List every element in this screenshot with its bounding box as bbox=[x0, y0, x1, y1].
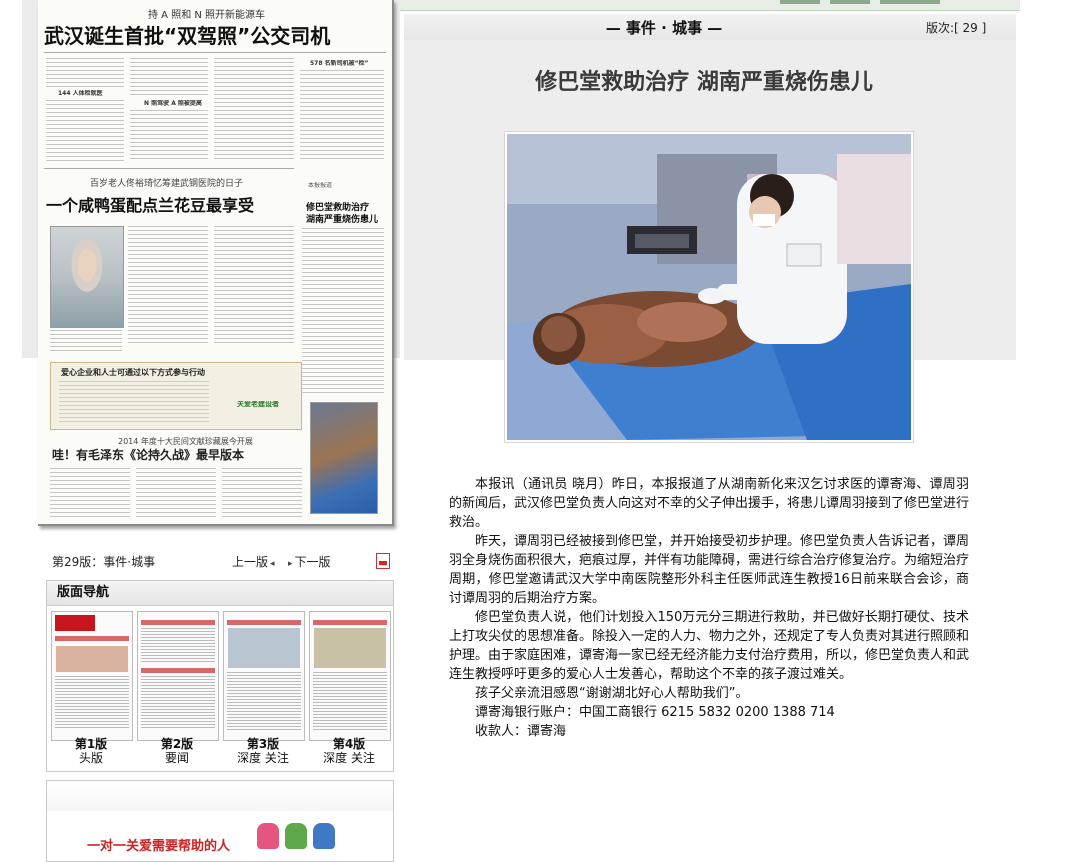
scan-kicker-1: 持 A 照和 N 照开新能源车 bbox=[148, 10, 266, 21]
scan-side-headline-2: 湖南严重烧伤患儿 bbox=[306, 215, 379, 225]
nav-page-name[interactable]: 深度 关注 bbox=[237, 751, 289, 765]
scan-headline-1: 武汉诞生首批“双驾照”公交司机 bbox=[44, 24, 331, 48]
scan-text-column bbox=[46, 100, 124, 162]
scan-ad-logo: 关爱老建设者 bbox=[237, 401, 279, 408]
article-photo bbox=[505, 132, 913, 442]
scan-ad-title: 爱心企业和人士可通过以下方式参与行动 bbox=[61, 368, 205, 377]
scan-rule bbox=[44, 52, 386, 53]
scan-text-column bbox=[222, 468, 302, 520]
article-paragraph: 孩子父亲流泪感恩“谢谢湖北好心人帮助我们”。 bbox=[475, 686, 749, 701]
nav-page-name[interactable]: 深度 关注 bbox=[323, 751, 375, 765]
prev-page-link[interactable]: 上一版 ◂ bbox=[232, 553, 275, 570]
banner-top bbox=[47, 781, 393, 811]
scan-text-column bbox=[214, 58, 294, 162]
next-page-link[interactable]: ▸ 下一版 bbox=[288, 553, 331, 570]
thumb-text bbox=[141, 676, 215, 730]
section-header: — 事件 · 城事 — 版次:[ 29 ] bbox=[404, 14, 1016, 40]
thumb-photo bbox=[56, 646, 128, 672]
article-paragraph: 昨天，谭周羽已经被接到修巴堂，并开始接受初步护理。修巴堂负责人告诉记者，谭周羽全… bbox=[449, 534, 970, 606]
nav-page-caption-2[interactable]: 第2版 要闻 bbox=[137, 737, 217, 765]
thumb-headline bbox=[141, 668, 215, 673]
nav-page-name[interactable]: 要闻 bbox=[165, 751, 189, 765]
scan-text-column bbox=[300, 70, 384, 162]
scan-col-head-1: 144 人体检就医 bbox=[58, 90, 103, 97]
chevron-left-icon: ◂ bbox=[270, 559, 275, 569]
newspaper-page-image[interactable]: 持 A 照和 N 照开新能源车 武汉诞生首批“双驾照”公交司机 144 人体检就… bbox=[38, 0, 394, 526]
strip-tab bbox=[880, 0, 940, 4]
article-bank-account: 谭寄海银行账户：中国工商银行 6215 5832 0200 1388 714 bbox=[475, 705, 835, 720]
article-payee: 收款人：谭寄海 bbox=[475, 724, 567, 739]
scan-ad-box: 爱心企业和人士可通过以下方式参与行动 关爱老建设者 bbox=[50, 362, 302, 430]
elderly-man-photo bbox=[50, 226, 124, 328]
scan-text-column bbox=[46, 58, 124, 88]
thumb-photo bbox=[228, 628, 300, 668]
article-title: 修巴堂救助治疗 湖南严重烧伤患儿 bbox=[535, 69, 873, 95]
article-body: 本报讯（通讯员 晓月）昨日，本报报道了从湖南新化来汉乞讨求医的谭寄海、谭周羽的新… bbox=[449, 475, 969, 741]
article-paragraph: 本报讯（通讯员 晓月）昨日，本报报道了从湖南新化来汉乞讨求医的谭寄海、谭周羽的新… bbox=[449, 477, 970, 530]
scan-burn-patient-photo bbox=[310, 402, 378, 514]
scan-text-column bbox=[50, 468, 130, 520]
scan-col-head-2: N 照驾驶 A 照被提高 bbox=[144, 100, 202, 107]
strip-tab bbox=[780, 0, 820, 4]
charity-banner[interactable]: 一对一关爱需要帮助的人 bbox=[46, 780, 394, 862]
scan-text-column bbox=[130, 58, 208, 98]
scan-kicker-2: 百岁老人佟裕琦忆筹建武钢医院的日子 bbox=[90, 179, 244, 189]
school-bag-icon bbox=[285, 823, 307, 849]
nav-page-number[interactable]: 第1版 bbox=[51, 737, 131, 751]
next-page-label[interactable]: 下一版 bbox=[295, 555, 331, 569]
scan-col-head-3: 578 名新司机被“检” bbox=[310, 60, 369, 67]
thumb-headline bbox=[55, 636, 129, 641]
school-bag-icon bbox=[313, 823, 335, 849]
thumb-headline bbox=[313, 620, 387, 625]
prev-page-label[interactable]: 上一版 bbox=[232, 555, 268, 569]
scan-text-column bbox=[50, 330, 122, 352]
school-bag-icon bbox=[257, 823, 279, 849]
nav-page-thumb-1[interactable] bbox=[51, 611, 133, 741]
page-navigation: 版面导航 第1版 头版 第2版 要闻 第3版 深度 关注 第4版 深度 关注 bbox=[46, 580, 394, 772]
thumb-photo bbox=[314, 628, 386, 668]
thumb-text bbox=[141, 628, 215, 664]
section-title: — 事件 · 城事 — bbox=[605, 19, 723, 37]
charity-banner-text[interactable]: 一对一关爱需要帮助的人 bbox=[87, 835, 230, 854]
scan-text-column bbox=[130, 110, 208, 162]
scan-ad-lines bbox=[59, 381, 209, 423]
thumb-headline bbox=[141, 620, 215, 625]
page-number: 版次:[ 29 ] bbox=[926, 21, 987, 35]
article-paragraph: 修巴堂负责人说，他们计划投入150万元分三期进行救助，并已做好长期打硬仗、技术上… bbox=[449, 610, 970, 682]
masthead-graphic bbox=[55, 615, 95, 631]
nav-page-number[interactable]: 第2版 bbox=[137, 737, 217, 751]
scan-text-column bbox=[128, 226, 208, 346]
nav-page-number[interactable]: 第3版 bbox=[223, 737, 303, 751]
scan-text-column bbox=[136, 468, 216, 520]
nav-page-caption-1[interactable]: 第1版 头版 bbox=[51, 737, 131, 765]
nav-page-thumb-3[interactable] bbox=[223, 611, 305, 741]
page-pager: 第29版：事件·城事 上一版 ◂ ▸ 下一版 bbox=[52, 553, 392, 571]
nav-page-thumb-4[interactable] bbox=[309, 611, 391, 741]
scan-rule bbox=[44, 168, 294, 169]
nav-page-caption-3[interactable]: 第3版 深度 关注 bbox=[223, 737, 303, 765]
strip-tab bbox=[830, 0, 870, 4]
scan-headline-2: 一个咸鸭蛋配点兰花豆最享受 bbox=[46, 196, 255, 215]
page-navigation-title: 版面导航 bbox=[47, 581, 393, 606]
thumb-text bbox=[55, 676, 129, 730]
scan-text-column bbox=[302, 228, 384, 396]
nav-page-number[interactable]: 第4版 bbox=[309, 737, 389, 751]
thumb-text bbox=[227, 672, 301, 730]
current-page-label: 第29版：事件·城事 bbox=[52, 555, 156, 569]
nav-page-thumb-2[interactable] bbox=[137, 611, 219, 741]
top-tab-strip bbox=[400, 0, 1020, 11]
pdf-icon[interactable] bbox=[376, 553, 390, 569]
scan-side-tag: 本报报道 bbox=[308, 182, 333, 189]
thumb-text bbox=[313, 672, 387, 730]
nav-page-caption-4[interactable]: 第4版 深度 关注 bbox=[309, 737, 389, 765]
nav-page-name[interactable]: 头版 bbox=[79, 751, 103, 765]
scan-headline-3: 哇！有毛泽东《论持久战》最早版本 bbox=[52, 448, 245, 462]
chevron-right-icon: ▸ bbox=[288, 559, 293, 569]
scan-text-column bbox=[214, 226, 294, 346]
thumb-headline bbox=[227, 620, 301, 625]
